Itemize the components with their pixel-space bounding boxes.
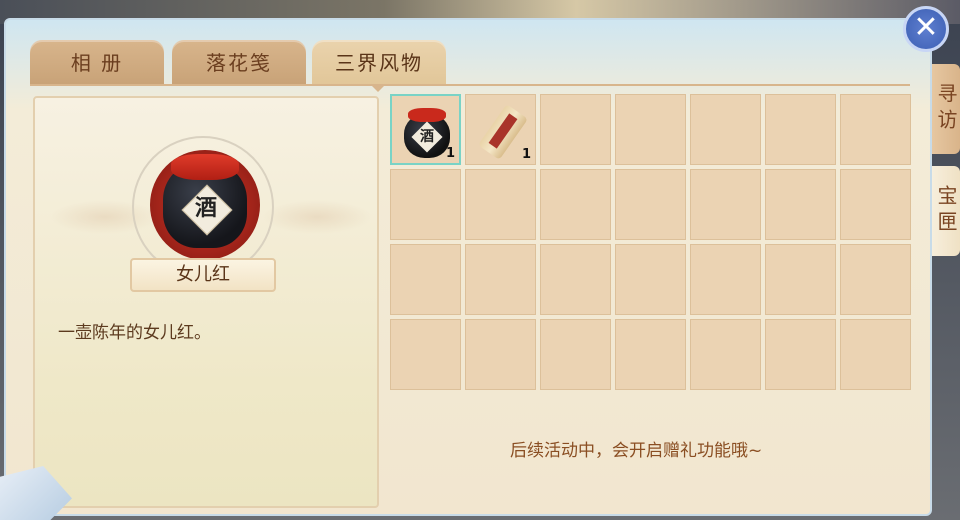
inventory-slot-empty[interactable] [465, 169, 536, 240]
inventory-slot-empty[interactable] [690, 169, 761, 240]
item-name: 女儿红 [130, 258, 276, 292]
close-button[interactable]: ✕ [903, 6, 949, 52]
inventory-slot-empty[interactable] [840, 244, 911, 315]
inventory-slot[interactable]: 1 [465, 94, 536, 165]
inventory-slot-empty[interactable] [540, 169, 611, 240]
inventory-slot[interactable]: 酒 1 [390, 94, 461, 165]
inventory-slot-empty[interactable] [615, 319, 686, 390]
inventory-slot-empty[interactable] [765, 169, 836, 240]
inventory-slot-empty[interactable] [765, 94, 836, 165]
side-tab-visit[interactable]: 寻访 [932, 64, 960, 154]
item-count: 1 [521, 147, 531, 162]
inventory-slot-empty[interactable] [690, 94, 761, 165]
hint-text: 后续活动中，会开启赠礼功能哦~ [510, 441, 763, 461]
inventory-slot-empty[interactable] [540, 319, 611, 390]
tab-three-realms[interactable]: 三界风物 [312, 40, 446, 86]
jar-label-char: 酒 [420, 129, 434, 145]
close-icon: ✕ [913, 10, 939, 45]
inventory-slot-empty[interactable] [390, 244, 461, 315]
tab-divider [30, 84, 910, 86]
inventory-slot-empty[interactable] [765, 244, 836, 315]
inventory-slot-empty[interactable] [690, 244, 761, 315]
inventory-slot-empty[interactable] [615, 244, 686, 315]
inventory-slot-empty[interactable] [840, 94, 911, 165]
inventory-slot-empty[interactable] [390, 169, 461, 240]
inventory-slot-empty[interactable] [465, 319, 536, 390]
inventory-slot-empty[interactable] [390, 319, 461, 390]
inventory-slot-empty[interactable] [615, 169, 686, 240]
inventory-slot-empty[interactable] [540, 244, 611, 315]
inventory-grid: 酒 1 1 [390, 94, 912, 392]
inventory-slot-empty[interactable] [765, 319, 836, 390]
inventory-slot-empty[interactable] [540, 94, 611, 165]
cloud-decoration-right [262, 200, 372, 234]
inventory-slot-empty[interactable] [840, 169, 911, 240]
tab-album[interactable]: 相 册 [30, 40, 164, 86]
inventory-slot-empty[interactable] [840, 319, 911, 390]
item-count: 1 [445, 146, 455, 161]
item-description: 一壶陈年的女儿红。 [58, 323, 211, 343]
wine-jar-icon: 酒 [150, 150, 260, 260]
side-tab-treasure-box[interactable]: 宝匣 [932, 166, 960, 256]
inventory-slot-empty[interactable] [690, 319, 761, 390]
jar-label-char: 酒 [194, 196, 217, 221]
tab-falling-flowers[interactable]: 落花笺 [172, 40, 306, 86]
inventory-slot-empty[interactable] [615, 94, 686, 165]
inventory-slot-empty[interactable] [465, 244, 536, 315]
